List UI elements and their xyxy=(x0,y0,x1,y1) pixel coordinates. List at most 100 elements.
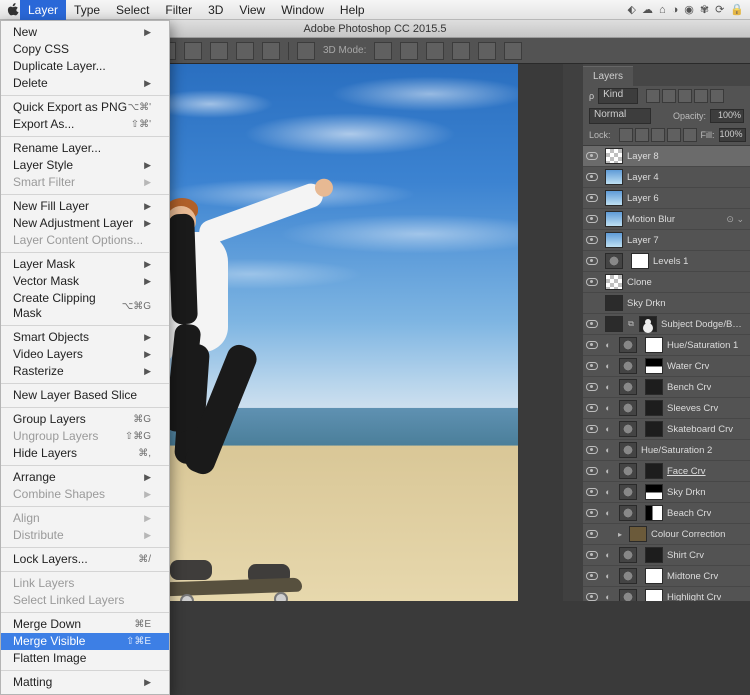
layer-name[interactable]: Water Crv xyxy=(667,361,709,372)
layer-thumbnail[interactable] xyxy=(619,337,637,353)
layer-mask-thumbnail[interactable] xyxy=(631,253,649,269)
3d-btn-6[interactable] xyxy=(504,42,522,60)
filter-pixel-icon[interactable] xyxy=(646,89,660,103)
menu-item[interactable]: Rasterize▶ xyxy=(1,363,169,380)
group-arrow-icon[interactable]: ▸ xyxy=(615,530,625,539)
menubar-item-view[interactable]: View xyxy=(231,0,273,20)
layer-mask-thumbnail[interactable] xyxy=(645,505,663,521)
layer-visibility-toggle[interactable] xyxy=(583,257,601,265)
layer-row[interactable]: Layer 7 xyxy=(583,230,750,251)
menu-item[interactable]: Merge Visible⇧⌘E xyxy=(1,633,169,650)
layer-name[interactable]: Hue/Saturation 1 xyxy=(667,340,738,351)
layer-name[interactable]: Sky Drkn xyxy=(667,487,706,498)
layer-visibility-toggle[interactable] xyxy=(583,404,601,412)
menu-item[interactable]: Group Layers⌘G xyxy=(1,411,169,428)
apple-menu-icon[interactable] xyxy=(6,3,20,17)
layer-thumbnail[interactable] xyxy=(605,148,623,164)
menu-item[interactable]: New Layer Based Slice xyxy=(1,387,169,404)
menu-item[interactable]: Copy CSS xyxy=(1,41,169,58)
menu-item[interactable]: Arrange▶ xyxy=(1,469,169,486)
layer-name[interactable]: Subject Dodge/Burn xyxy=(661,319,746,330)
layer-mask-thumbnail[interactable] xyxy=(645,547,663,563)
layer-row[interactable]: ▸ Colour Correction xyxy=(583,524,750,545)
align-btn-4[interactable] xyxy=(210,42,228,60)
layer-row[interactable]: ◐Beach Crv xyxy=(583,503,750,524)
layer-visibility-toggle[interactable] xyxy=(583,551,601,559)
layer-row[interactable]: ◐Bench Crv xyxy=(583,377,750,398)
menu-item[interactable]: Video Layers▶ xyxy=(1,346,169,363)
menubar-item-select[interactable]: Select xyxy=(108,0,157,20)
layer-mask-thumbnail[interactable] xyxy=(645,337,663,353)
menu-item[interactable]: Matting▶ xyxy=(1,674,169,691)
layer-row[interactable]: ⧉Subject Dodge/Burn xyxy=(583,314,750,335)
layer-mask-thumbnail[interactable] xyxy=(645,484,663,500)
sync-icon[interactable]: ⟳ xyxy=(715,3,724,16)
layer-row[interactable]: Motion Blur ⊙ ⌄ xyxy=(583,209,750,230)
layer-thumbnail[interactable] xyxy=(619,505,637,521)
menubar-item-filter[interactable]: Filter xyxy=(157,0,200,20)
layer-name[interactable]: Colour Correction xyxy=(651,529,725,540)
menubar-item-3d[interactable]: 3D xyxy=(200,0,231,20)
layer-name[interactable]: Layer 6 xyxy=(627,193,659,204)
layer-row[interactable]: ◐Face Crv xyxy=(583,461,750,482)
layer-row[interactable]: Layer 8 xyxy=(583,146,750,167)
menu-item[interactable]: Layer Style▶ xyxy=(1,157,169,174)
layer-row[interactable]: ◐Water Crv xyxy=(583,356,750,377)
menu-item[interactable]: Create Clipping Mask⌥⌘G xyxy=(1,290,169,322)
lock-artboard-icon[interactable] xyxy=(667,128,681,142)
layer-thumbnail[interactable] xyxy=(605,274,623,290)
layer-visibility-toggle[interactable] xyxy=(583,467,601,475)
menu-item[interactable]: Hide Layers⌘, xyxy=(1,445,169,462)
menu-item[interactable]: New▶ xyxy=(1,24,169,41)
layer-mask-thumbnail[interactable] xyxy=(639,316,657,332)
layer-row[interactable]: Clone xyxy=(583,272,750,293)
layer-row[interactable]: Levels 1 xyxy=(583,251,750,272)
layer-thumbnail[interactable] xyxy=(605,316,623,332)
layer-row[interactable]: ◐Sky Drkn xyxy=(583,482,750,503)
paw-icon[interactable]: ✾ xyxy=(700,3,709,16)
dropbox-icon[interactable]: ⬖ xyxy=(627,3,635,16)
layer-mask-thumbnail[interactable] xyxy=(645,463,663,479)
layer-row[interactable]: ◐Midtone Crv xyxy=(583,566,750,587)
lock-position-icon[interactable] xyxy=(651,128,665,142)
filter-type-icon[interactable] xyxy=(678,89,692,103)
layer-thumbnail[interactable] xyxy=(605,253,623,269)
moon-icon[interactable]: ◑ xyxy=(672,4,679,16)
layer-visibility-toggle[interactable] xyxy=(583,236,601,244)
menu-item[interactable]: Rename Layer... xyxy=(1,140,169,157)
layer-row[interactable]: Sky Drkn xyxy=(583,293,750,314)
layer-row[interactable]: ◐Hue/Saturation 1 xyxy=(583,335,750,356)
align-btn-3[interactable] xyxy=(184,42,202,60)
layer-name[interactable]: Sky Drkn xyxy=(627,298,666,309)
layer-visibility-toggle[interactable] xyxy=(583,383,601,391)
menu-item[interactable]: Layer Mask▶ xyxy=(1,256,169,273)
layer-thumbnail[interactable] xyxy=(619,421,637,437)
align-btn-5[interactable] xyxy=(236,42,254,60)
menu-item[interactable]: New Adjustment Layer▶ xyxy=(1,215,169,232)
menubar-item-help[interactable]: Help xyxy=(332,0,373,20)
menubar-item-window[interactable]: Window xyxy=(273,0,332,20)
layer-visibility-toggle[interactable] xyxy=(583,278,601,286)
filter-adjust-icon[interactable] xyxy=(662,89,676,103)
layer-visibility-toggle[interactable] xyxy=(583,530,601,538)
layer-name[interactable]: Sleeves Crv xyxy=(667,403,718,414)
menu-item[interactable]: Delete▶ xyxy=(1,75,169,92)
layer-thumbnail[interactable] xyxy=(619,358,637,374)
layer-visibility-toggle[interactable] xyxy=(583,320,601,328)
layer-thumbnail[interactable] xyxy=(619,463,637,479)
layer-thumbnail[interactable] xyxy=(605,169,623,185)
layer-name[interactable]: Shirt Crv xyxy=(667,550,704,561)
layer-visibility-toggle[interactable] xyxy=(583,593,601,601)
layer-mask-thumbnail[interactable] xyxy=(645,421,663,437)
layer-thumbnail[interactable] xyxy=(619,568,637,584)
layer-name[interactable]: Motion Blur xyxy=(627,214,675,225)
menubar-item-layer[interactable]: Layer xyxy=(20,0,66,20)
menu-item[interactable]: Export As...⇧⌘' xyxy=(1,116,169,133)
layer-extra-icons[interactable]: ⊙ ⌄ xyxy=(726,214,746,225)
opacity-value[interactable]: 100% xyxy=(710,109,744,123)
layer-visibility-toggle[interactable] xyxy=(583,446,601,454)
menu-item[interactable]: New Fill Layer▶ xyxy=(1,198,169,215)
fill-value[interactable]: 100% xyxy=(719,128,746,142)
layer-visibility-toggle[interactable] xyxy=(583,152,601,160)
layer-row[interactable]: Layer 4 xyxy=(583,167,750,188)
